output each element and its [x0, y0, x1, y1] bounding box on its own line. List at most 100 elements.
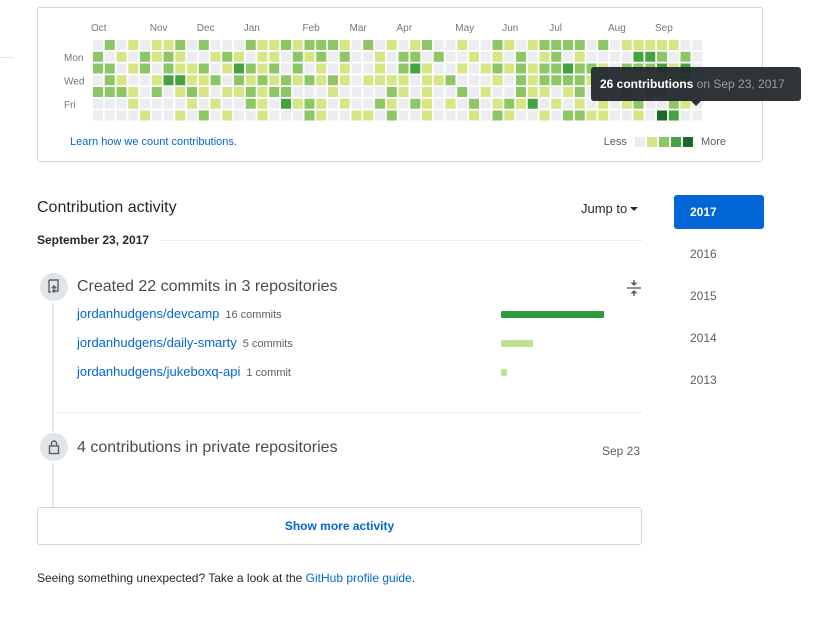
contribution-day[interactable]	[304, 110, 315, 121]
contribution-day[interactable]	[163, 40, 174, 50]
contribution-day[interactable]	[457, 110, 468, 121]
contribution-day[interactable]	[245, 98, 256, 109]
contribution-day[interactable]	[316, 40, 327, 50]
contribution-day[interactable]	[339, 40, 350, 50]
contribution-day[interactable]	[504, 110, 515, 121]
contribution-day[interactable]	[187, 87, 197, 97]
contribution-day[interactable]	[551, 40, 562, 50]
contribution-day[interactable]	[93, 63, 103, 74]
contribution-day[interactable]	[363, 110, 374, 121]
contribution-day[interactable]	[598, 110, 609, 121]
contribution-day[interactable]	[328, 75, 338, 86]
contribution-day[interactable]	[551, 63, 562, 74]
contribution-day[interactable]	[210, 87, 221, 97]
contribution-day[interactable]	[586, 40, 597, 50]
contribution-day[interactable]	[633, 110, 644, 121]
contribution-day[interactable]	[269, 98, 280, 109]
contribution-day[interactable]	[680, 51, 691, 62]
contribution-day[interactable]	[422, 75, 432, 86]
contribution-day[interactable]	[269, 51, 280, 62]
contribution-day[interactable]	[692, 40, 703, 50]
contribution-day[interactable]	[445, 75, 456, 86]
contribution-day[interactable]	[140, 87, 150, 97]
show-more-activity-button[interactable]: Show more activity	[37, 507, 642, 545]
contribution-day[interactable]	[586, 110, 597, 121]
contribution-day[interactable]	[410, 63, 421, 74]
contribution-day[interactable]	[621, 40, 632, 50]
contribution-day[interactable]	[492, 110, 503, 121]
contribution-day[interactable]	[563, 40, 573, 50]
contribution-day[interactable]	[339, 110, 350, 121]
contribution-day[interactable]	[433, 51, 444, 62]
contribution-day[interactable]	[563, 87, 573, 97]
contribution-day[interactable]	[480, 87, 491, 97]
contribution-day[interactable]	[445, 110, 456, 121]
contribution-day[interactable]	[187, 110, 197, 121]
contribution-day[interactable]	[140, 51, 150, 62]
contribution-day[interactable]	[339, 98, 350, 109]
contribution-day[interactable]	[504, 51, 515, 62]
contribution-day[interactable]	[633, 51, 644, 62]
contribution-day[interactable]	[116, 110, 127, 121]
contribution-day[interactable]	[93, 51, 103, 62]
contribution-day[interactable]	[316, 51, 327, 62]
contribution-day[interactable]	[292, 110, 303, 121]
contribution-day[interactable]	[175, 110, 186, 121]
contribution-day[interactable]	[104, 51, 115, 62]
contribution-day[interactable]	[645, 51, 656, 62]
contribution-day[interactable]	[516, 40, 526, 50]
contribution-day[interactable]	[457, 63, 468, 74]
year-2014[interactable]: 2014	[674, 321, 764, 355]
contribution-day[interactable]	[445, 51, 456, 62]
contribution-day[interactable]	[128, 110, 139, 121]
contribution-day[interactable]	[516, 110, 526, 121]
contribution-day[interactable]	[269, 110, 280, 121]
contribution-day[interactable]	[645, 40, 656, 50]
contribution-day[interactable]	[175, 63, 186, 74]
contribution-day[interactable]	[163, 87, 174, 97]
contribution-day[interactable]	[457, 40, 468, 50]
contribution-day[interactable]	[151, 40, 162, 50]
contribution-day[interactable]	[563, 63, 573, 74]
contribution-day[interactable]	[586, 51, 597, 62]
contribution-day[interactable]	[480, 40, 491, 50]
contribution-day[interactable]	[469, 87, 479, 97]
contribution-day[interactable]	[198, 63, 209, 74]
contribution-day[interactable]	[422, 98, 432, 109]
contribution-day[interactable]	[269, 75, 280, 86]
contribution-day[interactable]	[539, 51, 550, 62]
contribution-day[interactable]	[621, 51, 632, 62]
contribution-day[interactable]	[598, 40, 609, 50]
contribution-day[interactable]	[422, 63, 432, 74]
contribution-day[interactable]	[140, 75, 150, 86]
contribution-day[interactable]	[151, 51, 162, 62]
contribution-day[interactable]	[492, 87, 503, 97]
contribution-day[interactable]	[386, 87, 397, 97]
contribution-day[interactable]	[551, 110, 562, 121]
contribution-day[interactable]	[527, 110, 538, 121]
contribution-day[interactable]	[140, 110, 150, 121]
contribution-day[interactable]	[104, 63, 115, 74]
contribution-day[interactable]	[234, 63, 244, 74]
contribution-day[interactable]	[151, 63, 162, 74]
contribution-day[interactable]	[304, 98, 315, 109]
contribution-day[interactable]	[363, 40, 374, 50]
year-2017[interactable]: 2017	[674, 195, 764, 229]
contribution-day[interactable]	[257, 75, 268, 86]
learn-contributions-link[interactable]: Learn how we count contributions.	[70, 136, 237, 148]
contribution-day[interactable]	[574, 40, 585, 50]
contribution-day[interactable]	[257, 98, 268, 109]
contribution-day[interactable]	[527, 87, 538, 97]
contribution-day[interactable]	[351, 98, 362, 109]
contribution-day[interactable]	[516, 63, 526, 74]
contribution-day[interactable]	[128, 40, 139, 50]
contribution-day[interactable]	[187, 75, 197, 86]
contribution-day[interactable]	[680, 40, 691, 50]
contribution-day[interactable]	[539, 40, 550, 50]
contribution-day[interactable]	[245, 75, 256, 86]
contribution-day[interactable]	[281, 110, 291, 121]
contribution-day[interactable]	[363, 63, 374, 74]
contribution-day[interactable]	[339, 87, 350, 97]
selected-contribution-day[interactable]	[657, 110, 667, 121]
contribution-day[interactable]	[598, 51, 609, 62]
